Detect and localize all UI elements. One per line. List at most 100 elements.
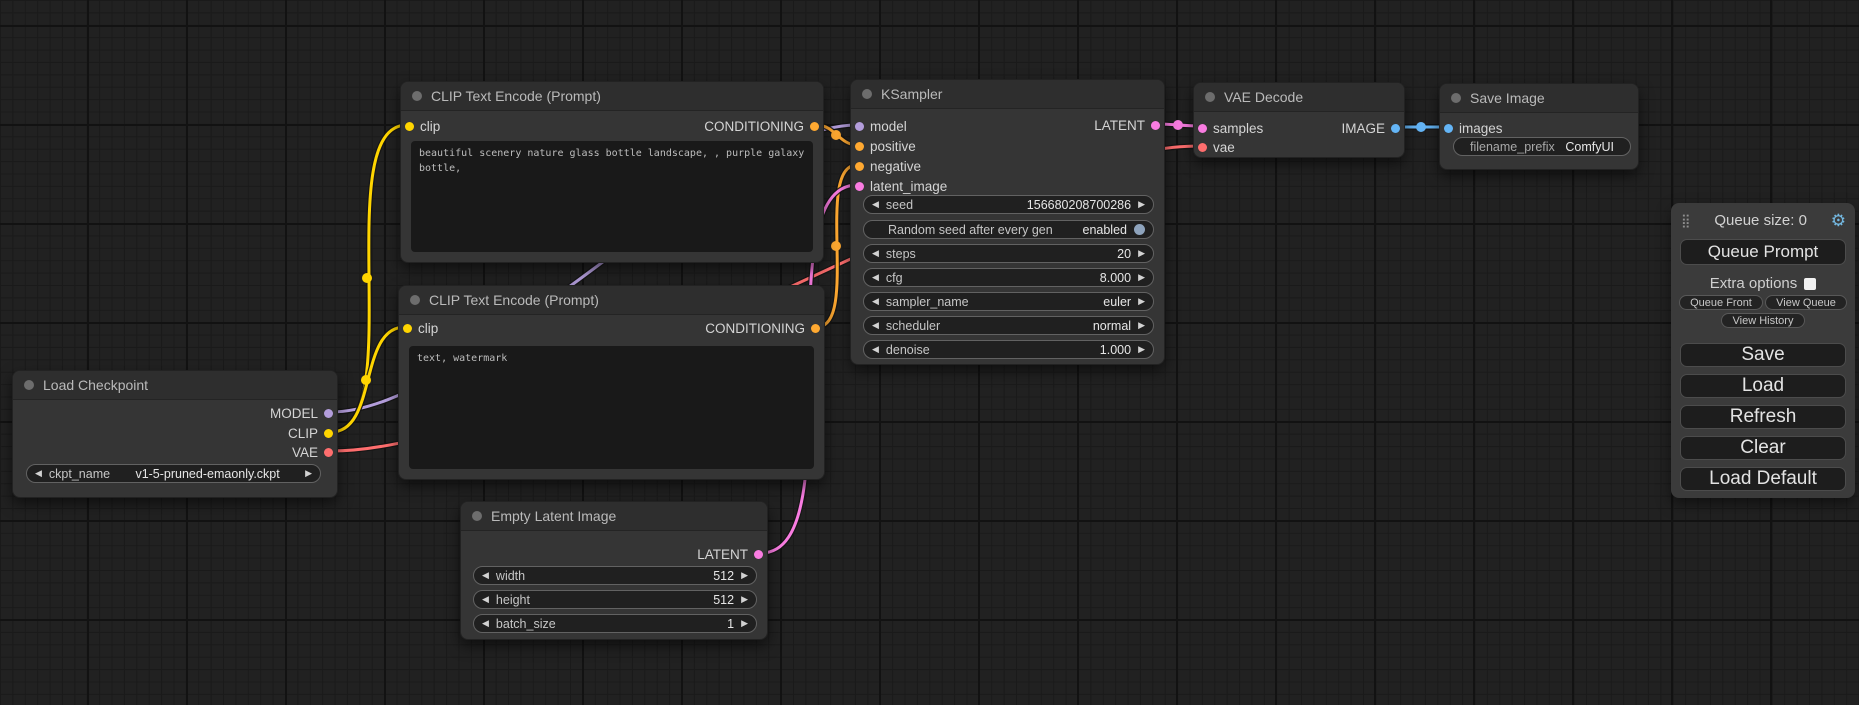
latent-port-icon[interactable] bbox=[1198, 124, 1207, 133]
collapse-dot-icon[interactable] bbox=[472, 511, 482, 521]
input-slot-negative[interactable]: negative bbox=[855, 156, 921, 176]
next-arrow-icon[interactable]: ▶ bbox=[1138, 273, 1145, 282]
node-vae-decode[interactable]: VAE Decode samples vae IMAGE bbox=[1193, 82, 1405, 158]
prev-arrow-icon[interactable]: ◀ bbox=[482, 619, 489, 628]
next-arrow-icon[interactable]: ▶ bbox=[1138, 321, 1145, 330]
node-load-checkpoint[interactable]: Load Checkpoint MODEL CLIP VAE ◀ ckpt_na… bbox=[12, 370, 338, 498]
output-slot-image[interactable]: IMAGE bbox=[1341, 118, 1400, 138]
vae-port-icon[interactable] bbox=[324, 448, 333, 457]
node-ksampler[interactable]: KSampler model positive negative latent_… bbox=[850, 79, 1165, 365]
widget-value[interactable]: normal bbox=[1093, 319, 1131, 333]
output-slot-latent[interactable]: LATENT bbox=[697, 544, 763, 564]
widget-value[interactable]: 512 bbox=[713, 569, 734, 583]
node-title-bar[interactable]: Empty Latent Image bbox=[461, 502, 767, 531]
node-clip-text-encode-positive[interactable]: CLIP Text Encode (Prompt) clip CONDITION… bbox=[400, 81, 824, 263]
node-graph-canvas[interactable]: Load Checkpoint MODEL CLIP VAE ◀ ckpt_na… bbox=[0, 0, 1859, 705]
next-arrow-icon[interactable]: ▶ bbox=[1138, 249, 1145, 258]
next-arrow-icon[interactable]: ▶ bbox=[305, 469, 312, 478]
latent-port-icon[interactable] bbox=[855, 182, 864, 191]
prompt-textarea[interactable]: beautiful scenery nature glass bottle la… bbox=[411, 141, 813, 252]
model-port-icon[interactable] bbox=[855, 122, 864, 131]
prev-arrow-icon[interactable]: ◀ bbox=[872, 273, 879, 282]
widget-value[interactable]: ComfyUI bbox=[1565, 140, 1614, 154]
widget-value[interactable]: 512 bbox=[713, 593, 734, 607]
prev-arrow-icon[interactable]: ◀ bbox=[482, 595, 489, 604]
batch-size-widget[interactable]: ◀ batch_size 1 ▶ bbox=[473, 614, 757, 633]
ckpt-name-widget[interactable]: ◀ ckpt_name v1-5-pruned-emaonly.ckpt ▶ bbox=[26, 464, 321, 483]
prev-arrow-icon[interactable]: ◀ bbox=[872, 345, 879, 354]
cfg-widget[interactable]: ◀ cfg 8.000 ▶ bbox=[863, 268, 1154, 287]
model-port-icon[interactable] bbox=[324, 409, 333, 418]
input-slot-vae[interactable]: vae bbox=[1198, 137, 1235, 157]
next-arrow-icon[interactable]: ▶ bbox=[741, 595, 748, 604]
node-title-bar[interactable]: VAE Decode bbox=[1194, 83, 1404, 112]
input-slot-positive[interactable]: positive bbox=[855, 136, 916, 156]
node-save-image[interactable]: Save Image images filename_prefix ComfyU… bbox=[1439, 83, 1639, 170]
widget-value[interactable]: 1 bbox=[727, 617, 734, 631]
prev-arrow-icon[interactable]: ◀ bbox=[872, 200, 879, 209]
collapse-dot-icon[interactable] bbox=[862, 89, 872, 99]
collapse-dot-icon[interactable] bbox=[412, 91, 422, 101]
next-arrow-icon[interactable]: ▶ bbox=[1138, 345, 1145, 354]
prev-arrow-icon[interactable]: ◀ bbox=[872, 321, 879, 330]
conditioning-port-icon[interactable] bbox=[855, 162, 864, 171]
output-slot-conditioning[interactable]: CONDITIONING bbox=[704, 116, 819, 136]
denoise-widget[interactable]: ◀ denoise 1.000 ▶ bbox=[863, 340, 1154, 359]
input-slot-images[interactable]: images bbox=[1444, 118, 1503, 138]
view-queue-button[interactable]: View Queue bbox=[1765, 295, 1847, 310]
scheduler-widget[interactable]: ◀ scheduler normal ▶ bbox=[863, 316, 1154, 335]
prev-arrow-icon[interactable]: ◀ bbox=[35, 469, 42, 478]
node-title-bar[interactable]: CLIP Text Encode (Prompt) bbox=[399, 286, 824, 315]
image-port-icon[interactable] bbox=[1391, 124, 1400, 133]
sampler-name-widget[interactable]: ◀ sampler_name euler ▶ bbox=[863, 292, 1154, 311]
save-button[interactable]: Save bbox=[1680, 343, 1846, 367]
input-slot-clip[interactable]: clip bbox=[405, 116, 440, 136]
collapse-dot-icon[interactable] bbox=[1451, 93, 1461, 103]
node-title-bar[interactable]: CLIP Text Encode (Prompt) bbox=[401, 82, 823, 111]
conditioning-port-icon[interactable] bbox=[810, 122, 819, 131]
node-clip-text-encode-negative[interactable]: CLIP Text Encode (Prompt) clip CONDITION… bbox=[398, 285, 825, 480]
toggle-on-icon[interactable] bbox=[1134, 224, 1145, 235]
prompt-textarea[interactable]: text, watermark bbox=[409, 346, 814, 469]
output-slot-clip[interactable]: CLIP bbox=[288, 423, 333, 443]
queue-front-button[interactable]: Queue Front bbox=[1679, 295, 1763, 310]
input-slot-model[interactable]: model bbox=[855, 116, 907, 136]
input-slot-latent-image[interactable]: latent_image bbox=[855, 176, 947, 196]
collapse-dot-icon[interactable] bbox=[1205, 92, 1215, 102]
image-port-icon[interactable] bbox=[1444, 124, 1453, 133]
node-title-bar[interactable]: KSampler bbox=[851, 80, 1164, 109]
clear-button[interactable]: Clear bbox=[1680, 436, 1846, 460]
latent-port-icon[interactable] bbox=[1151, 121, 1160, 130]
steps-widget[interactable]: ◀ steps 20 ▶ bbox=[863, 244, 1154, 263]
output-slot-model[interactable]: MODEL bbox=[270, 403, 333, 423]
collapse-dot-icon[interactable] bbox=[24, 380, 34, 390]
vae-port-icon[interactable] bbox=[1198, 143, 1207, 152]
latent-port-icon[interactable] bbox=[754, 550, 763, 559]
conditioning-port-icon[interactable] bbox=[811, 324, 820, 333]
next-arrow-icon[interactable]: ▶ bbox=[741, 619, 748, 628]
view-history-button[interactable]: View History bbox=[1721, 313, 1805, 328]
queue-prompt-button[interactable]: Queue Prompt bbox=[1680, 239, 1846, 265]
widget-value[interactable]: 20 bbox=[1117, 247, 1131, 261]
node-empty-latent-image[interactable]: Empty Latent Image LATENT ◀ width 512 ▶ … bbox=[460, 501, 768, 640]
clip-port-icon[interactable] bbox=[403, 324, 412, 333]
collapse-dot-icon[interactable] bbox=[410, 295, 420, 305]
widget-value[interactable]: enabled bbox=[1083, 223, 1128, 237]
clip-port-icon[interactable] bbox=[324, 429, 333, 438]
node-title-bar[interactable]: Save Image bbox=[1440, 84, 1638, 113]
prev-arrow-icon[interactable]: ◀ bbox=[482, 571, 489, 580]
next-arrow-icon[interactable]: ▶ bbox=[1138, 297, 1145, 306]
widget-value[interactable]: v1-5-pruned-emaonly.ckpt bbox=[135, 467, 279, 481]
input-slot-samples[interactable]: samples bbox=[1198, 118, 1263, 138]
clip-port-icon[interactable] bbox=[405, 122, 414, 131]
prev-arrow-icon[interactable]: ◀ bbox=[872, 249, 879, 258]
refresh-button[interactable]: Refresh bbox=[1680, 405, 1846, 429]
extra-options-checkbox[interactable] bbox=[1804, 278, 1816, 290]
settings-gear-icon[interactable]: ⚙ bbox=[1831, 212, 1846, 229]
output-slot-conditioning[interactable]: CONDITIONING bbox=[705, 318, 820, 338]
widget-value[interactable]: 156680208700286 bbox=[1027, 198, 1131, 212]
width-widget[interactable]: ◀ width 512 ▶ bbox=[473, 566, 757, 585]
widget-value[interactable]: 8.000 bbox=[1100, 271, 1131, 285]
random-seed-widget[interactable]: Random seed after every gen enabled bbox=[863, 220, 1154, 239]
node-title-bar[interactable]: Load Checkpoint bbox=[13, 371, 337, 400]
